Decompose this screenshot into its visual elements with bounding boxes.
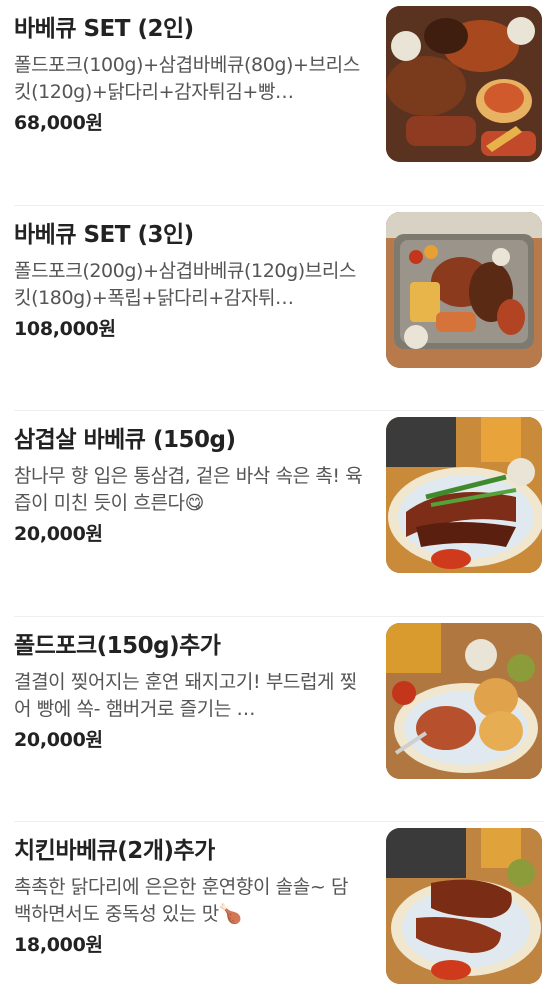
menu-item-description: 폴드포크(100g)+삼겹바베큐(80g)+브리스킷(120g)+닭다리+감자튀… [14,54,360,103]
menu-item-price: 20,000원 [14,523,103,546]
menu-item-description: 결결이 찢어지는 훈연 돼지고기! 부드럽게 찢어 빵에 쏙- 햄버거로 즐기는… [14,670,357,720]
menu-item-name: 폴드포크(150g)추가 [14,632,221,659]
menu-item-description: 촉촉한 닭다리에 은은한 훈연향이 솔솔~ 담백하면서도 중독성 있는 맛🍗 [14,876,349,926]
menu-item-photo[interactable] [386,211,542,368]
menu-item[interactable]: 폴드포크(150g)추가 결결이 찢어지는 훈연 돼지고기! 부드럽게 찢어 빵… [14,617,544,823]
menu-item-info: 삼겹살 바베큐 (150g) 참나무 향 입은 통삼겹, 겉은 바삭 속은 촉!… [14,425,364,547]
menu-item-info: 바베큐 SET (3인) 폴드포크(200g)+삼겹바베큐(120g)브리스킷(… [14,220,364,342]
menu-item[interactable]: 바베큐 SET (3인) 폴드포크(200g)+삼겹바베큐(120g)브리스킷(… [14,206,544,412]
menu-item-description: 참나무 향 입은 통삼겹, 겉은 바삭 속은 촉! 육즙이 미친 듯이 흐른다😋 [14,465,363,515]
bbq-platter-2-photo [386,6,542,162]
menu-item-photo[interactable] [386,622,542,779]
menu-item[interactable]: 치킨바베큐(2개)추가 촉촉한 닭다리에 은은한 훈연향이 솔솔~ 담백하면서도… [14,822,544,994]
menu-item-name: 삼겹살 바베큐 (150g) [14,427,236,454]
pulled-pork-photo [386,622,542,779]
menu-item-info: 치킨바베큐(2개)추가 촉촉한 닭다리에 은은한 훈연향이 솔솔~ 담백하면서도… [14,836,364,958]
bbq-platter-3-photo [386,211,542,368]
menu-item-photo[interactable] [386,6,542,162]
menu-item-photo[interactable] [386,417,542,574]
menu-item-price: 20,000원 [14,728,103,751]
menu-list: 바베큐 SET (2인) 폴드포크(100g)+삼겹바베큐(80g)+브리스킷(… [0,0,558,994]
menu-item-price: 68,000원 [14,112,103,134]
menu-item-photo[interactable] [386,828,542,985]
menu-item-price: 108,000원 [14,317,116,340]
menu-item-info: 폴드포크(150g)추가 결결이 찢어지는 훈연 돼지고기! 부드럽게 찢어 빵… [14,631,364,753]
menu-item-description: 폴드포크(200g)+삼겹바베큐(120g)브리스킷(180g)+폭립+닭다리+… [14,259,356,309]
menu-item-price: 18,000원 [14,934,103,957]
menu-item-info: 바베큐 SET (2인) 폴드포크(100g)+삼겹바베큐(80g)+브리스킷(… [14,14,364,136]
pork-belly-photo [386,417,542,574]
menu-item-name: 치킨바베큐(2개)추가 [14,838,215,865]
menu-item[interactable]: 바베큐 SET (2인) 폴드포크(100g)+삼겹바베큐(80g)+브리스킷(… [14,0,544,206]
menu-item-name: 바베큐 SET (2인) [14,16,194,42]
chicken-bbq-photo [386,828,542,985]
menu-item-name: 바베큐 SET (3인) [14,221,194,248]
menu-item[interactable]: 삼겹살 바베큐 (150g) 참나무 향 입은 통삼겹, 겉은 바삭 속은 촉!… [14,411,544,617]
